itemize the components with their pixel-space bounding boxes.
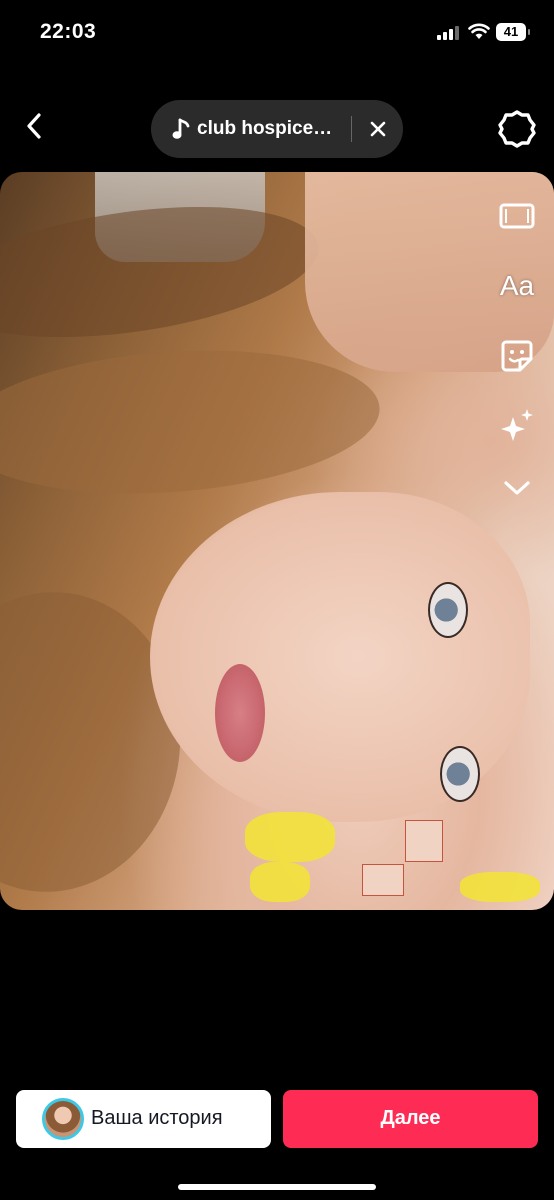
crop-tool[interactable] [496, 195, 538, 237]
sticker-icon [501, 340, 533, 372]
music-note-icon [172, 118, 190, 139]
photo-yellow-spot [460, 872, 540, 902]
status-time: 22:03 [40, 20, 97, 43]
crop-icon [499, 203, 535, 229]
your-story-label: Ваша история [91, 1107, 223, 1129]
photo-eye [428, 582, 468, 638]
text-tool[interactable]: Aa [496, 265, 538, 307]
wifi-icon [468, 23, 490, 39]
status-bar: 22:03 41 [0, 0, 554, 66]
more-tools-button[interactable] [496, 467, 538, 509]
settings-button[interactable] [496, 108, 538, 150]
sound-title: club hospice… [197, 118, 333, 139]
photo-hair [0, 337, 385, 507]
close-icon [370, 121, 386, 137]
sound-selector[interactable]: club hospice… [151, 100, 403, 158]
text-icon: Aa [499, 270, 535, 301]
photo-yellow-spot [245, 812, 335, 862]
avatar [42, 1098, 84, 1140]
next-button[interactable]: Далее [283, 1090, 538, 1148]
cellular-signal-icon [437, 26, 461, 40]
effects-tool[interactable] [496, 405, 538, 447]
pill-divider [351, 116, 352, 142]
photo-wall-sticker [362, 864, 404, 896]
chevron-down-icon [504, 481, 530, 495]
back-button[interactable] [14, 106, 54, 146]
photo-wall-sticker [405, 820, 443, 862]
next-label: Далее [380, 1107, 441, 1129]
photo-yellow-spot [250, 862, 310, 902]
photo-lips [215, 664, 265, 762]
captured-photo [0, 172, 554, 910]
back-chevron-icon [27, 113, 41, 139]
battery-indicator: 41 [496, 23, 526, 41]
photo-eye [440, 746, 480, 802]
effects-sparkle-icon [501, 409, 533, 441]
sticker-tool[interactable] [496, 335, 538, 377]
home-indicator[interactable] [178, 1184, 376, 1190]
battery-tip [528, 29, 530, 35]
your-story-button[interactable]: Ваша история [16, 1090, 271, 1148]
remove-sound-button[interactable] [363, 114, 393, 144]
photo-hair [0, 186, 327, 358]
gear-icon [498, 110, 536, 148]
